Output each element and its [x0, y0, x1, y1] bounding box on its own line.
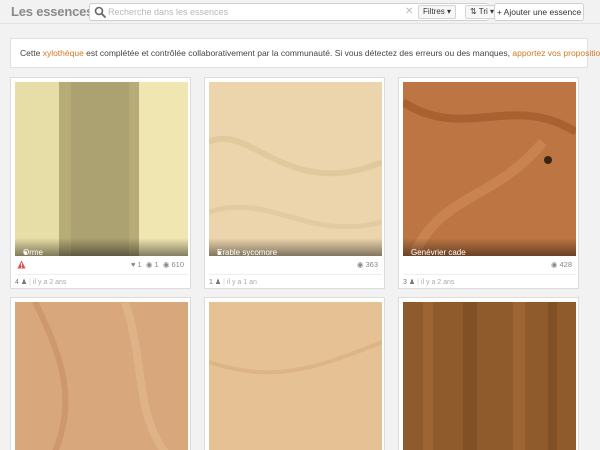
notice-text: Cette xylothèque est complétée et contrô… — [20, 48, 600, 58]
add-essence-button[interactable]: + Ajouter une essence — [494, 3, 584, 21]
essence-name: Orme — [23, 248, 43, 257]
wood-thumbnail[interactable] — [403, 302, 576, 450]
card-meta: 4 ♟ | il y a 2 ans — [15, 274, 188, 286]
card-label: Genévrier cade — [403, 238, 576, 257]
search-icon — [94, 6, 106, 18]
wood-thumbnail[interactable] — [15, 302, 188, 450]
comment-icon[interactable]: ◉ — [146, 260, 153, 269]
card-stats: ♥ 1 ◉ 1 ◉ 610 — [130, 260, 184, 269]
essence-card[interactable]: Genévrier cade ◉ 428 3 ♟ | il y a 2 ans — [398, 77, 579, 289]
essence-card[interactable]: ● Orme ♥ 1 ◉ 1 ◉ 610 4 ♟ | il y a 2 ans — [10, 77, 191, 289]
propose-link[interactable]: apportez vos propositions — [512, 48, 600, 58]
eye-icon: ◉ — [356, 260, 364, 269]
card-label: ● Orme — [15, 238, 188, 257]
xylotheque-link[interactable]: xylothèque — [43, 48, 84, 58]
contributors-icon: ♟ — [214, 279, 222, 286]
warning-icon — [17, 260, 26, 269]
search-input[interactable] — [108, 5, 408, 19]
essence-card[interactable] — [398, 297, 579, 450]
wood-thumbnail[interactable] — [209, 82, 382, 256]
card-label: ● Erable sycomore — [209, 238, 382, 257]
essence-card[interactable] — [204, 297, 385, 450]
clear-search-icon[interactable]: ✕ — [405, 6, 413, 17]
wood-thumbnail[interactable] — [15, 82, 188, 256]
card-stats: ◉ 363 — [356, 260, 378, 269]
heart-icon[interactable]: ♥ — [131, 260, 135, 269]
essence-name: Erable sycomore — [217, 248, 278, 257]
card-stats: ◉ 428 — [550, 260, 572, 269]
eye-icon: ◉ — [550, 260, 558, 269]
essence-name: Genévrier cade — [411, 248, 466, 257]
essence-card[interactable]: ● Erable sycomore ◉ 363 1 ♟ | il y a 1 an — [204, 77, 385, 289]
card-meta: 3 ♟ | il y a 2 ans — [403, 274, 576, 286]
top-bar: Les essences ✕ Filtres ▾ ⇅ Tri ▾ + Ajout… — [0, 0, 600, 24]
essence-card[interactable] — [10, 297, 191, 450]
page-title: Les essences — [11, 4, 94, 19]
contributors-icon: ♟ — [408, 279, 416, 286]
wood-thumbnail[interactable] — [403, 82, 576, 256]
contributors-icon: ♟ — [20, 279, 28, 286]
card-meta: 1 ♟ | il y a 1 an — [209, 274, 382, 286]
info-notice: Cette xylothèque est complétée et contrô… — [10, 38, 600, 68]
search-box[interactable]: ✕ Filtres ▾ ⇅ Tri ▾ — [89, 3, 500, 21]
wood-thumbnail[interactable] — [209, 302, 382, 450]
eye-icon: ◉ — [162, 260, 170, 269]
filters-dropdown[interactable]: Filtres ▾ — [418, 5, 457, 19]
